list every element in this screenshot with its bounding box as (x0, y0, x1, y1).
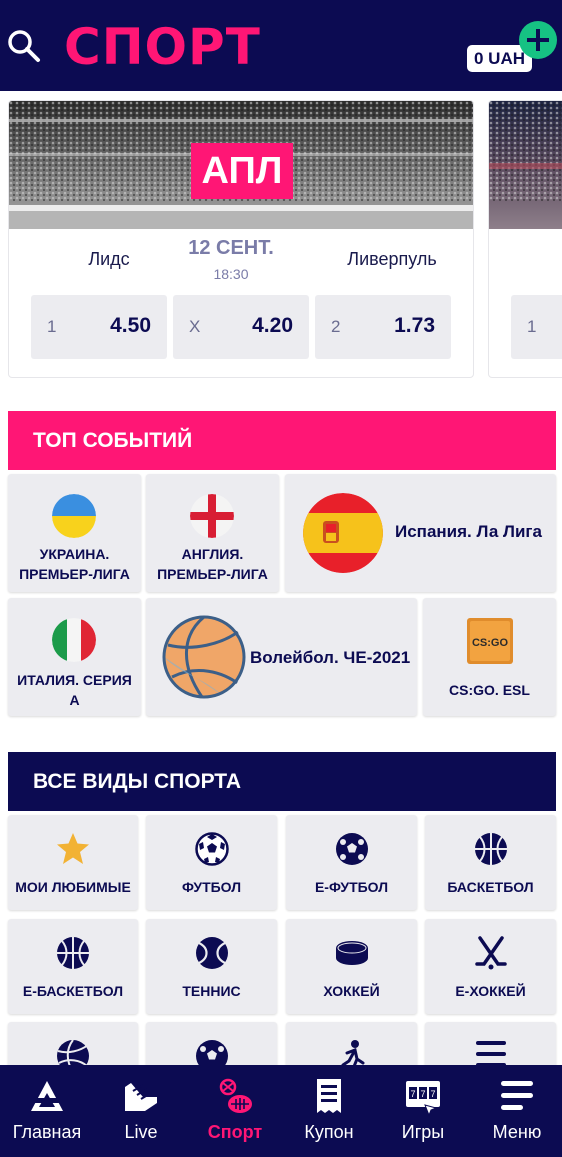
next-match-card[interactable]: 1 (488, 100, 562, 378)
match-date: 12 СЕНТ. (188, 237, 274, 259)
ukraine-flag-icon (52, 494, 96, 538)
sport-favorites[interactable]: МОИ ЛЮБИМЫЕ (8, 815, 138, 910)
nav-label: Игры (401, 1122, 445, 1142)
nav-sport[interactable]: Спорт (188, 1065, 282, 1157)
plus-icon[interactable] (519, 21, 557, 59)
odd-button-draw[interactable]: X 4.20 (173, 295, 309, 359)
svg-text:7: 7 (410, 1089, 415, 1099)
sport-hockey[interactable]: ХОККЕЙ (286, 919, 417, 1014)
volleyball-icon (162, 615, 246, 699)
odd-button-away[interactable]: 2 1.73 (315, 295, 451, 359)
top-events-header: ТОП СОБЫТИЙ (8, 411, 556, 470)
tile-label: Е-ХОККЕЙ (455, 983, 526, 999)
bottom-navigation: Главная Live Спорт Купон 7 7 7 Игры Меню (0, 1065, 562, 1157)
spain-flag-icon (303, 493, 383, 573)
esoccer-ball-icon (335, 833, 368, 865)
ebasketball-icon (57, 937, 89, 969)
stadium-image: АПЛ (9, 101, 473, 229)
italy-flag-icon (52, 618, 96, 662)
stadium-image (489, 101, 562, 229)
tile-label: Испания. Ла Лига (395, 522, 542, 541)
nav-label: Live (124, 1122, 158, 1142)
sport-ebasketball[interactable]: Е-БАСКЕТБОЛ (8, 919, 138, 1014)
search-icon[interactable] (6, 28, 42, 64)
sport-efootball[interactable]: Е-ФУТБОЛ (286, 815, 417, 910)
tile-label: АНГЛИЯ. ПРЕМЬЕР-ЛИГА (157, 546, 268, 582)
nav-label: Меню (492, 1122, 542, 1142)
odd-label: 2 (331, 317, 341, 336)
hamburger-icon (501, 1081, 533, 1110)
odd-value: 4.20 (252, 314, 293, 337)
nav-label: Спорт (207, 1122, 263, 1142)
nav-home[interactable]: Главная (0, 1065, 94, 1157)
top-event-ukraine[interactable]: УКРАИНА. ПРЕМЬЕР-ЛИГА (8, 474, 141, 592)
odd-label: 1 (47, 317, 57, 336)
basketball-icon (474, 833, 507, 865)
star-icon (57, 833, 89, 864)
nav-coupon[interactable]: Купон (282, 1065, 376, 1157)
soccer-ball-icon (194, 832, 229, 866)
svg-text:7: 7 (420, 1089, 425, 1099)
csgo-icon: CS:GO (467, 618, 513, 664)
nav-games[interactable]: 7 7 7 Игры (376, 1065, 470, 1157)
coupon-icon (317, 1079, 341, 1113)
tile-label: УКРАИНА. ПРЕМЬЕР-ЛИГА (19, 546, 130, 582)
top-event-volleyball[interactable]: Волейбол. ЧЕ-2021 (146, 598, 417, 716)
sport-icon (219, 1078, 252, 1113)
tile-label: ХОККЕЙ (323, 983, 380, 999)
hockey-puck-icon (335, 941, 368, 965)
top-event-csgo[interactable]: CS:GO CS:GO. ESL (423, 598, 556, 716)
sport-tennis[interactable]: ТЕННИС (146, 919, 277, 1014)
live-icon (125, 1083, 157, 1111)
odd-value: 1.73 (394, 314, 435, 337)
app-header: СПОРТ 0 UAH (0, 0, 562, 91)
odd-button-home[interactable]: 1 4.50 (31, 295, 167, 359)
svg-text:7: 7 (430, 1089, 435, 1099)
slot-machine-icon: 7 7 7 (406, 1081, 440, 1117)
tile-label: ТЕННИС (182, 983, 241, 999)
tile-label: Волейбол. ЧЕ-2021 (250, 648, 411, 667)
odd-button[interactable]: 1 (511, 295, 562, 359)
sport-ehockey[interactable]: Е-ХОККЕЙ (425, 919, 556, 1014)
tennis-ball-icon (195, 937, 228, 969)
top-event-italy[interactable]: ИТАЛИЯ. СЕРИЯ А (8, 598, 141, 716)
league-badge: АПЛ (191, 143, 293, 199)
nav-live[interactable]: Live (94, 1065, 188, 1157)
odd-value: 4.50 (110, 314, 151, 337)
away-team: Ливерпуль (347, 249, 437, 269)
sport-basketball[interactable]: БАСКЕТБОЛ (425, 815, 556, 910)
tile-label: Е-ФУТБОЛ (314, 879, 389, 895)
nav-label: Главная (12, 1122, 82, 1142)
svg-text:CS:GO: CS:GO (472, 637, 509, 649)
tile-label: ФУТБОЛ (181, 879, 242, 895)
sport-football[interactable]: ФУТБОЛ (146, 815, 277, 910)
top-event-spain[interactable]: Испания. Ла Лига (285, 474, 556, 592)
page-title: СПОРТ (64, 18, 261, 76)
odd-label: X (189, 317, 201, 336)
home-logo-icon (29, 1081, 65, 1111)
odd-label: 1 (527, 317, 537, 336)
england-flag-icon (190, 494, 234, 538)
tile-label: ИТАЛИЯ. СЕРИЯ А (17, 672, 132, 708)
tile-label: Е-БАСКЕТБОЛ (22, 983, 124, 999)
home-team: Лидс (88, 249, 130, 269)
tile-label: БАСКЕТБОЛ (447, 879, 534, 895)
tile-label: МОИ ЛЮБИМЫЕ (15, 879, 131, 895)
hockey-sticks-icon (474, 936, 507, 970)
top-event-england[interactable]: АНГЛИЯ. ПРЕМЬЕР-ЛИГА (146, 474, 279, 592)
featured-match-card[interactable]: АПЛ Лидс 12 СЕНТ. 18:30 Ливерпуль 1 4.50… (8, 100, 474, 378)
all-sports-header: ВСЕ ВИДЫ СПОРТА (8, 752, 556, 811)
match-time: 18:30 (213, 266, 249, 282)
nav-menu[interactable]: Меню (470, 1065, 562, 1157)
nav-label: Купон (304, 1122, 354, 1142)
tile-label: CS:GO. ESL (449, 682, 530, 698)
